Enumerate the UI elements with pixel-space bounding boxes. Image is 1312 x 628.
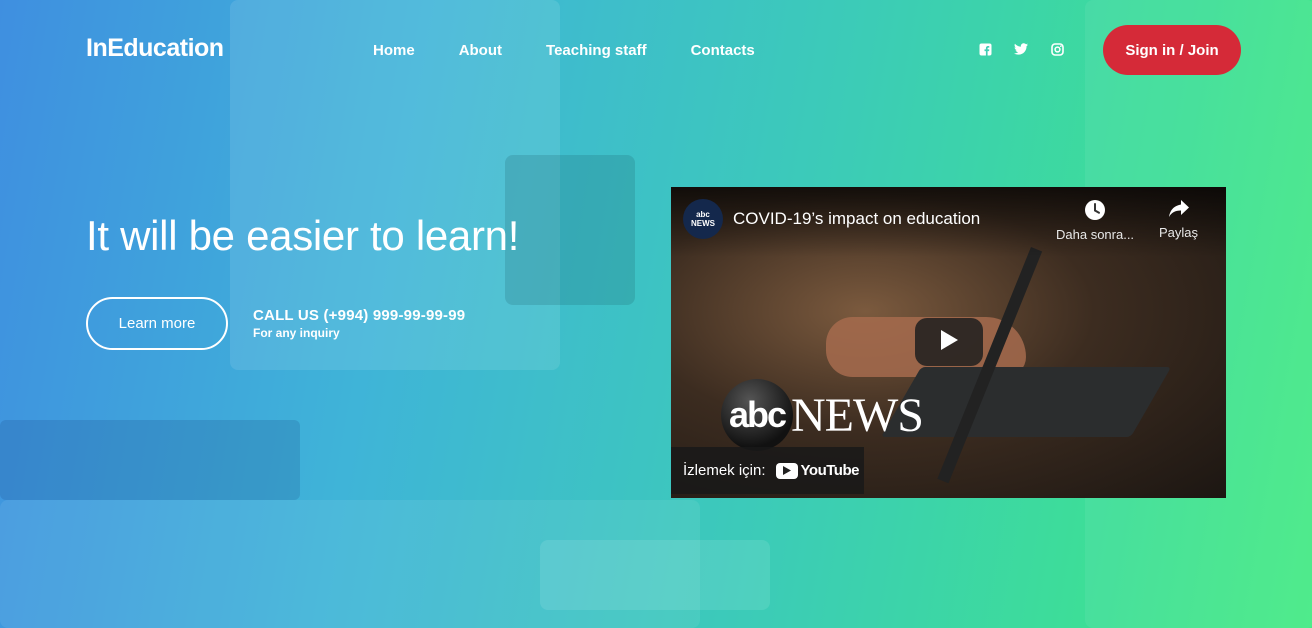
twitter-icon[interactable] [1014, 42, 1028, 56]
share-icon [1159, 199, 1198, 222]
youtube-logo: YouTube [775, 462, 860, 479]
nav-teaching-staff[interactable]: Teaching staff [546, 42, 647, 59]
clock-icon [1056, 199, 1134, 224]
hero-title: It will be easier to learn! [86, 212, 520, 259]
main-nav: Home About Teaching staff Contacts [373, 42, 755, 59]
nav-contacts[interactable]: Contacts [691, 42, 755, 59]
video-embed[interactable]: abc NEWS COVID-19’s impact on education … [671, 187, 1226, 498]
channel-avatar-abc: abc [696, 210, 710, 219]
background-box [540, 540, 770, 610]
call-us-block: CALL US (+994) 999-99-99-99 For any inqu… [253, 307, 465, 340]
call-us-subtitle: For any inquiry [253, 326, 340, 340]
instagram-icon[interactable] [1050, 42, 1064, 56]
video-title[interactable]: COVID-19’s impact on education [733, 209, 980, 229]
signin-button[interactable]: Sign in / Join [1103, 25, 1241, 75]
watch-on-label: İzlemek için: [683, 462, 766, 479]
site-header: InEducation Home About Teaching staff Co… [0, 0, 1312, 100]
nav-home[interactable]: Home [373, 42, 415, 59]
share-button[interactable]: Paylaş [1159, 199, 1198, 240]
abc-logo-news: NEWS [791, 388, 924, 442]
channel-avatar-news: NEWS [691, 219, 715, 228]
share-label: Paylaş [1159, 225, 1199, 240]
video-thumb-keyboard [880, 367, 1172, 437]
nav-about[interactable]: About [459, 42, 502, 59]
abc-news-logo: abc NEWS [721, 379, 924, 451]
site-logo[interactable]: InEducation [86, 34, 224, 63]
youtube-wordmark: YouTube [800, 462, 860, 479]
play-icon [939, 329, 959, 356]
facebook-icon[interactable] [978, 42, 992, 56]
background-keyboard [0, 420, 300, 500]
learn-more-button[interactable]: Learn more [86, 297, 228, 350]
watch-later-button[interactable]: Daha sonra... [1056, 199, 1134, 242]
call-us-phone[interactable]: CALL US (+994) 999-99-99-99 [253, 307, 465, 324]
youtube-play-icon [775, 462, 798, 479]
social-links [978, 42, 1064, 56]
abc-logo-circle: abc [721, 379, 793, 451]
play-button[interactable] [915, 318, 983, 366]
background-frame [505, 155, 635, 305]
watch-on-youtube-button[interactable]: İzlemek için: YouTube [671, 447, 864, 494]
channel-avatar[interactable]: abc NEWS [683, 199, 723, 239]
watch-later-label: Daha sonra... [1056, 227, 1135, 242]
